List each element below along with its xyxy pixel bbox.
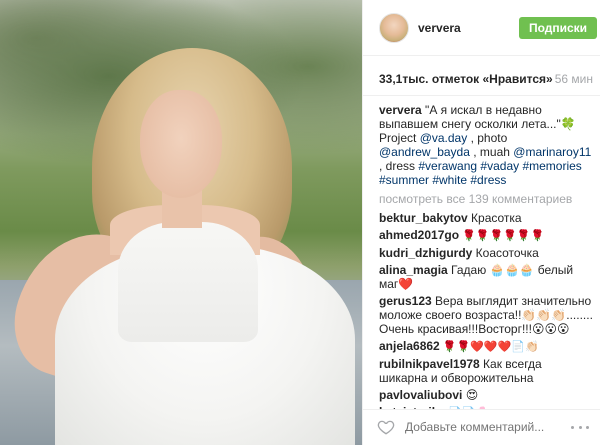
comment-text: 🌹🌹🌹🌹🌹🌹 bbox=[459, 230, 545, 242]
post-username[interactable]: ververa bbox=[418, 21, 461, 35]
caption-mention[interactable]: #verawang bbox=[418, 159, 477, 173]
caption-text: , muah bbox=[469, 145, 514, 159]
post-caption: ververa "А я искал в недавно выпавшем сн… bbox=[379, 103, 593, 187]
comment-username[interactable]: rubilnikpavel1978 bbox=[379, 357, 480, 371]
comments-list: ververa "А я искал в недавно выпавшем сн… bbox=[379, 103, 593, 423]
comment-item: bektur_bakytov Красотка bbox=[379, 211, 593, 225]
comment-username[interactable]: pavlovaliubovi bbox=[379, 388, 462, 402]
likes-count[interactable]: 33,1тыс. отметок «Нравится» bbox=[379, 72, 553, 86]
caption-mention[interactable]: @andrew_bayda bbox=[379, 145, 470, 159]
caption-mention[interactable]: @marinaroy11 bbox=[513, 145, 591, 159]
comment-text: 🌹🌹❤️❤️❤️📄👏🏻 bbox=[439, 341, 539, 353]
comment-item: ahmed2017go 🌹🌹🌹🌹🌹🌹 bbox=[379, 228, 593, 243]
more-dot bbox=[578, 425, 582, 429]
more-dot bbox=[571, 425, 574, 429]
comment-item: pavlovaliubovi 😍 bbox=[379, 388, 593, 402]
comment-item: anjela6862 🌹🌹❤️❤️❤️📄👏🏻 bbox=[379, 339, 593, 354]
post-time[interactable]: 56 мин bbox=[555, 72, 593, 86]
more-horizontal-icon[interactable] bbox=[571, 420, 589, 434]
comment-item: gerus123 Вера выглядит значительно молож… bbox=[379, 294, 593, 336]
comment-item: kudri_dzhigurdy Коасоточка bbox=[379, 246, 593, 260]
add-comment-input[interactable] bbox=[405, 418, 555, 436]
comment-item: alina_magia Гадаю 🧁🧁🧁 белый маг❤️ bbox=[379, 263, 593, 291]
comment-text: Красотка bbox=[467, 211, 522, 225]
post-photo bbox=[0, 0, 362, 445]
comment-item: rubilnikpavel1978 Как всегда шикарна и о… bbox=[379, 357, 593, 385]
comment-username[interactable]: gerus123 bbox=[379, 294, 432, 308]
comment-username[interactable]: ahmed2017go bbox=[379, 228, 459, 242]
comment-username[interactable]: alina_magia bbox=[379, 263, 448, 277]
more-dot bbox=[586, 425, 589, 429]
avatar[interactable] bbox=[379, 13, 409, 43]
comment-username[interactable]: kudri_dzhigurdy bbox=[379, 246, 472, 260]
caption-text: , photo bbox=[467, 131, 508, 145]
caption-mention[interactable]: @va.day bbox=[420, 131, 468, 145]
heart-outline-icon[interactable] bbox=[377, 418, 395, 436]
comment-text: Коасоточка bbox=[472, 246, 539, 260]
caption-text: , dress bbox=[379, 159, 419, 173]
post-footer bbox=[363, 409, 600, 445]
caption-username[interactable]: ververa bbox=[379, 103, 422, 117]
comment-text: 😍 bbox=[462, 388, 479, 402]
woman-face bbox=[140, 90, 222, 198]
dress-bodice bbox=[118, 222, 258, 342]
follow-button[interactable]: Подписки bbox=[519, 17, 597, 39]
comment-username[interactable]: anjela6862 bbox=[379, 339, 440, 353]
view-all-comments-link[interactable]: посмотреть все 139 комментариев bbox=[379, 192, 593, 206]
post-stats: 33,1тыс. отметок «Нравится» 56 мин bbox=[363, 56, 600, 96]
comment-username[interactable]: bektur_bakytov bbox=[379, 211, 468, 225]
post-header: ververa Подписки bbox=[363, 0, 600, 56]
post-side-panel: ververa Подписки 33,1тыс. отметок «Нрави… bbox=[362, 0, 600, 445]
